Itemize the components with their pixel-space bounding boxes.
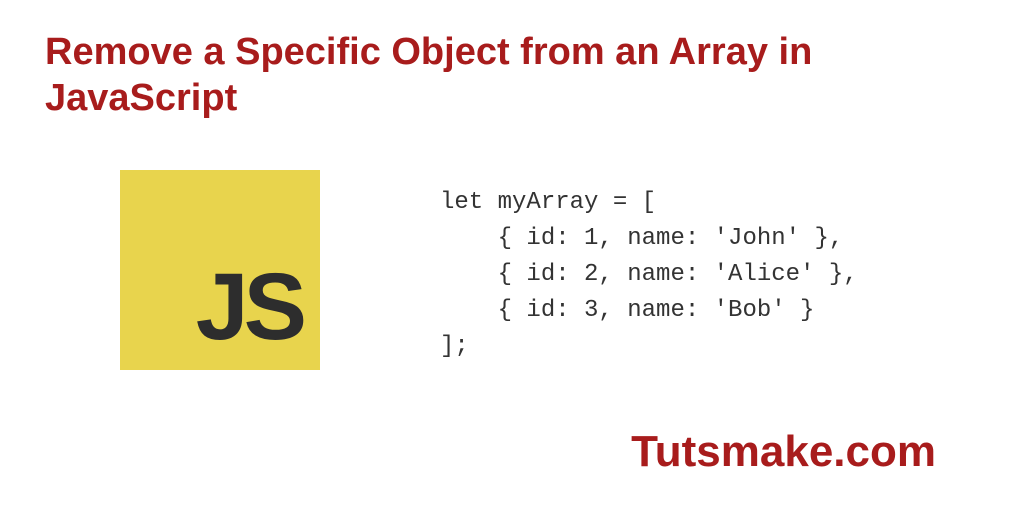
site-attribution: Tutsmake.com	[631, 427, 936, 477]
page-title: Remove a Specific Object from an Array i…	[45, 30, 976, 121]
content-row: JS let myArray = [ { id: 1, name: 'John'…	[0, 160, 1021, 370]
js-logo: JS	[120, 170, 320, 370]
js-logo-text: JS	[196, 253, 302, 362]
code-snippet: let myArray = [ { id: 1, name: 'John' },…	[440, 185, 858, 365]
